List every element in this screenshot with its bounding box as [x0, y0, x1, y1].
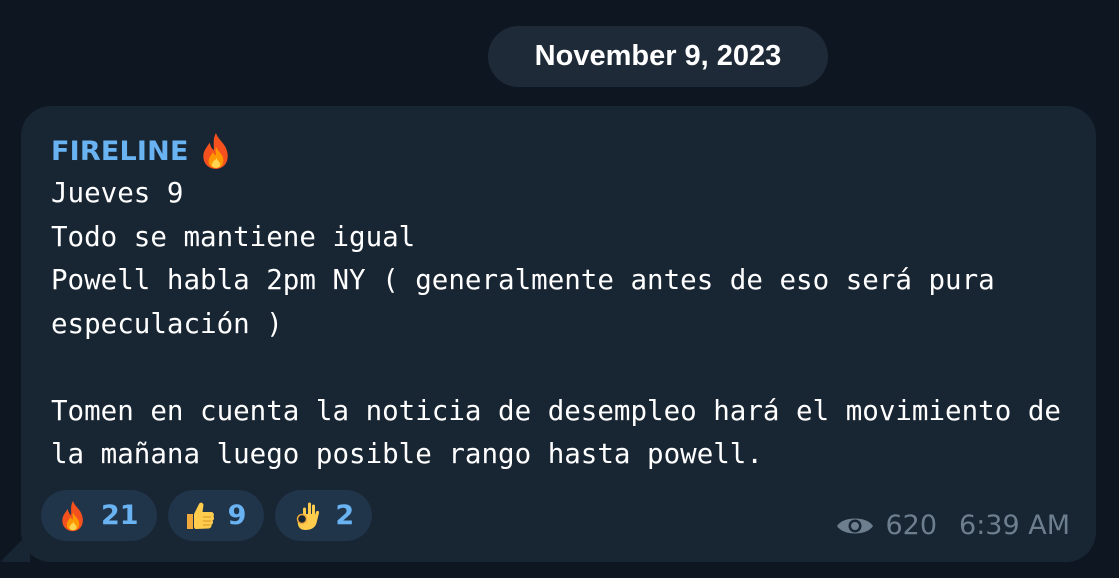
reactions-bar: 21 9 2	[41, 490, 373, 541]
message-text: Jueves 9 Todo se mantiene igual Powell h…	[51, 177, 1061, 470]
thumbs-up-icon	[186, 502, 214, 529]
reaction-count: 21	[101, 500, 139, 531]
message-time: 6:39 AM	[959, 510, 1070, 541]
eye-icon	[837, 518, 874, 533]
sender-row: FIRELINE	[51, 132, 233, 170]
views-count: 620	[885, 510, 938, 541]
message-meta: 620 6:39 AM	[835, 510, 1070, 541]
date-separator: November 9, 2023	[488, 26, 828, 87]
reaction-count: 9	[227, 500, 247, 531]
sender-name[interactable]: FIRELINE	[51, 136, 189, 167]
reaction-ok-hand[interactable]: 2	[275, 490, 373, 541]
fire-icon	[62, 500, 83, 531]
fire-icon	[202, 133, 228, 169]
reaction-fire[interactable]: 21	[41, 490, 157, 541]
message-bubble[interactable]: FIRELINE Jueves 9 Todo se mantiene igual…	[21, 106, 1096, 562]
reaction-thumbs-up[interactable]: 9	[167, 490, 265, 541]
ok-hand-icon	[297, 502, 320, 530]
reaction-count: 2	[335, 500, 355, 531]
